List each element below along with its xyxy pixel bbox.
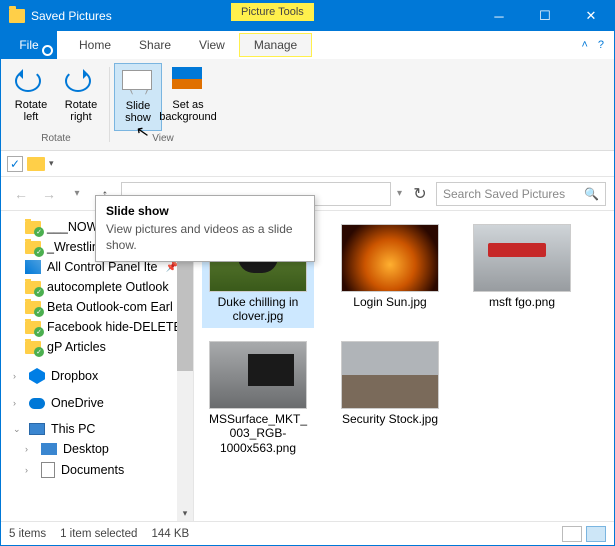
file-menu[interactable]: File	[1, 31, 57, 59]
ribbon-group-rotate: Rotate	[41, 131, 70, 146]
view-thumbnails-button[interactable]	[586, 526, 606, 542]
search-icon[interactable]: 🔍	[584, 187, 599, 201]
tree-item-thispc[interactable]: ⌄This PC	[3, 419, 191, 439]
file-thumbnail	[474, 225, 570, 291]
rotate-left-icon	[15, 70, 41, 92]
status-size: 144 KB	[151, 528, 189, 540]
documents-icon	[41, 462, 55, 478]
tree-item-dropbox[interactable]: ›Dropbox	[3, 365, 191, 387]
tab-manage[interactable]: Manage	[239, 33, 312, 57]
recent-locations-dropdown[interactable]: ▾	[65, 182, 89, 206]
quick-access-toolbar: ✓ ▾	[1, 151, 614, 177]
forward-button[interactable]: →	[37, 182, 61, 206]
maximize-button[interactable]: ☐	[522, 1, 568, 31]
ring-icon	[42, 45, 53, 56]
rotate-right-button[interactable]: Rotate right	[57, 63, 105, 131]
file-item[interactable]: msft fgo.png	[466, 221, 578, 328]
tree-item[interactable]: gP Articles	[3, 337, 191, 357]
folder-icon	[9, 9, 25, 23]
background-icon	[172, 67, 202, 89]
ribbon: Rotate left Rotate right Rotate Slide sh…	[1, 59, 614, 151]
back-button[interactable]: ←	[9, 182, 33, 206]
tree-item-documents[interactable]: ›Documents	[3, 459, 191, 481]
tree-item[interactable]: Facebook hide-DELETE📌	[3, 317, 191, 337]
close-button[interactable]: ✕	[568, 1, 614, 31]
file-name: Duke chilling in clover.jpg	[206, 295, 310, 324]
explorer-window: Saved Pictures Picture Tools ─ ☐ ✕ File …	[0, 0, 615, 546]
slide-show-button[interactable]: Slide show	[114, 63, 162, 131]
desktop-icon	[41, 443, 57, 455]
file-thumbnail	[210, 342, 306, 408]
minimize-button[interactable]: ─	[476, 1, 522, 31]
context-tab-picture-tools[interactable]: Picture Tools	[231, 3, 314, 21]
tree-item[interactable]: Beta Outlook-com Earl📌	[3, 297, 191, 317]
file-name: msft fgo.png	[489, 295, 555, 309]
tooltip: Slide show View pictures and videos as a…	[95, 195, 315, 262]
refresh-button[interactable]: ↻	[408, 184, 432, 204]
onedrive-icon	[29, 398, 45, 409]
ribbon-collapse-icon[interactable]: ˄	[581, 39, 587, 51]
select-all-checkbox[interactable]: ✓	[7, 156, 23, 172]
file-name: Login Sun.jpg	[353, 295, 426, 309]
tooltip-title: Slide show	[106, 204, 304, 218]
file-item[interactable]: Security Stock.jpg	[334, 338, 446, 459]
status-bar: 5 items 1 item selected 144 KB	[1, 521, 614, 545]
tab-view[interactable]: View	[185, 31, 239, 59]
help-icon[interactable]: ?	[598, 39, 604, 51]
slideshow-icon	[122, 70, 152, 90]
tab-share[interactable]: Share	[125, 31, 185, 59]
scroll-down-icon[interactable]: ▾	[177, 505, 193, 521]
view-details-button[interactable]	[562, 526, 582, 542]
tab-home[interactable]: Home	[65, 31, 125, 59]
address-dropdown[interactable]: ▾	[395, 188, 404, 199]
rotate-left-button[interactable]: Rotate left	[7, 63, 55, 131]
titlebar: Saved Pictures Picture Tools ─ ☐ ✕	[1, 1, 614, 31]
file-name: Security Stock.jpg	[342, 412, 438, 426]
set-as-background-button[interactable]: Set as background	[164, 63, 212, 131]
status-selection: 1 item selected	[60, 528, 137, 540]
tree-item-onedrive[interactable]: ›OneDrive	[3, 393, 191, 413]
file-item[interactable]: MSSurface_MKT_003_RGB-1000x563.png	[202, 338, 314, 459]
tree-item[interactable]: autocomplete Outlook📌	[3, 277, 191, 297]
folder-icon	[27, 157, 45, 171]
status-item-count: 5 items	[9, 528, 46, 540]
rotate-right-icon	[65, 70, 91, 92]
qat-dropdown[interactable]: ▾	[49, 158, 54, 169]
pc-icon	[29, 423, 45, 435]
menubar: File Home Share View Manage ˄ ?	[1, 31, 614, 59]
search-placeholder: Search Saved Pictures	[443, 187, 565, 201]
control-panel-icon	[25, 260, 41, 274]
dropbox-icon	[29, 368, 45, 384]
file-thumbnail	[342, 225, 438, 291]
search-box[interactable]: Search Saved Pictures 🔍	[436, 182, 606, 206]
file-thumbnail	[342, 342, 438, 408]
ribbon-group-view: View	[152, 131, 174, 146]
file-name: MSSurface_MKT_003_RGB-1000x563.png	[206, 412, 310, 455]
file-item[interactable]: Login Sun.jpg	[334, 221, 446, 328]
tooltip-body: View pictures and videos as a slide show…	[106, 222, 304, 253]
window-title: Saved Pictures	[31, 9, 112, 23]
tree-item-desktop[interactable]: ›Desktop	[3, 439, 191, 459]
